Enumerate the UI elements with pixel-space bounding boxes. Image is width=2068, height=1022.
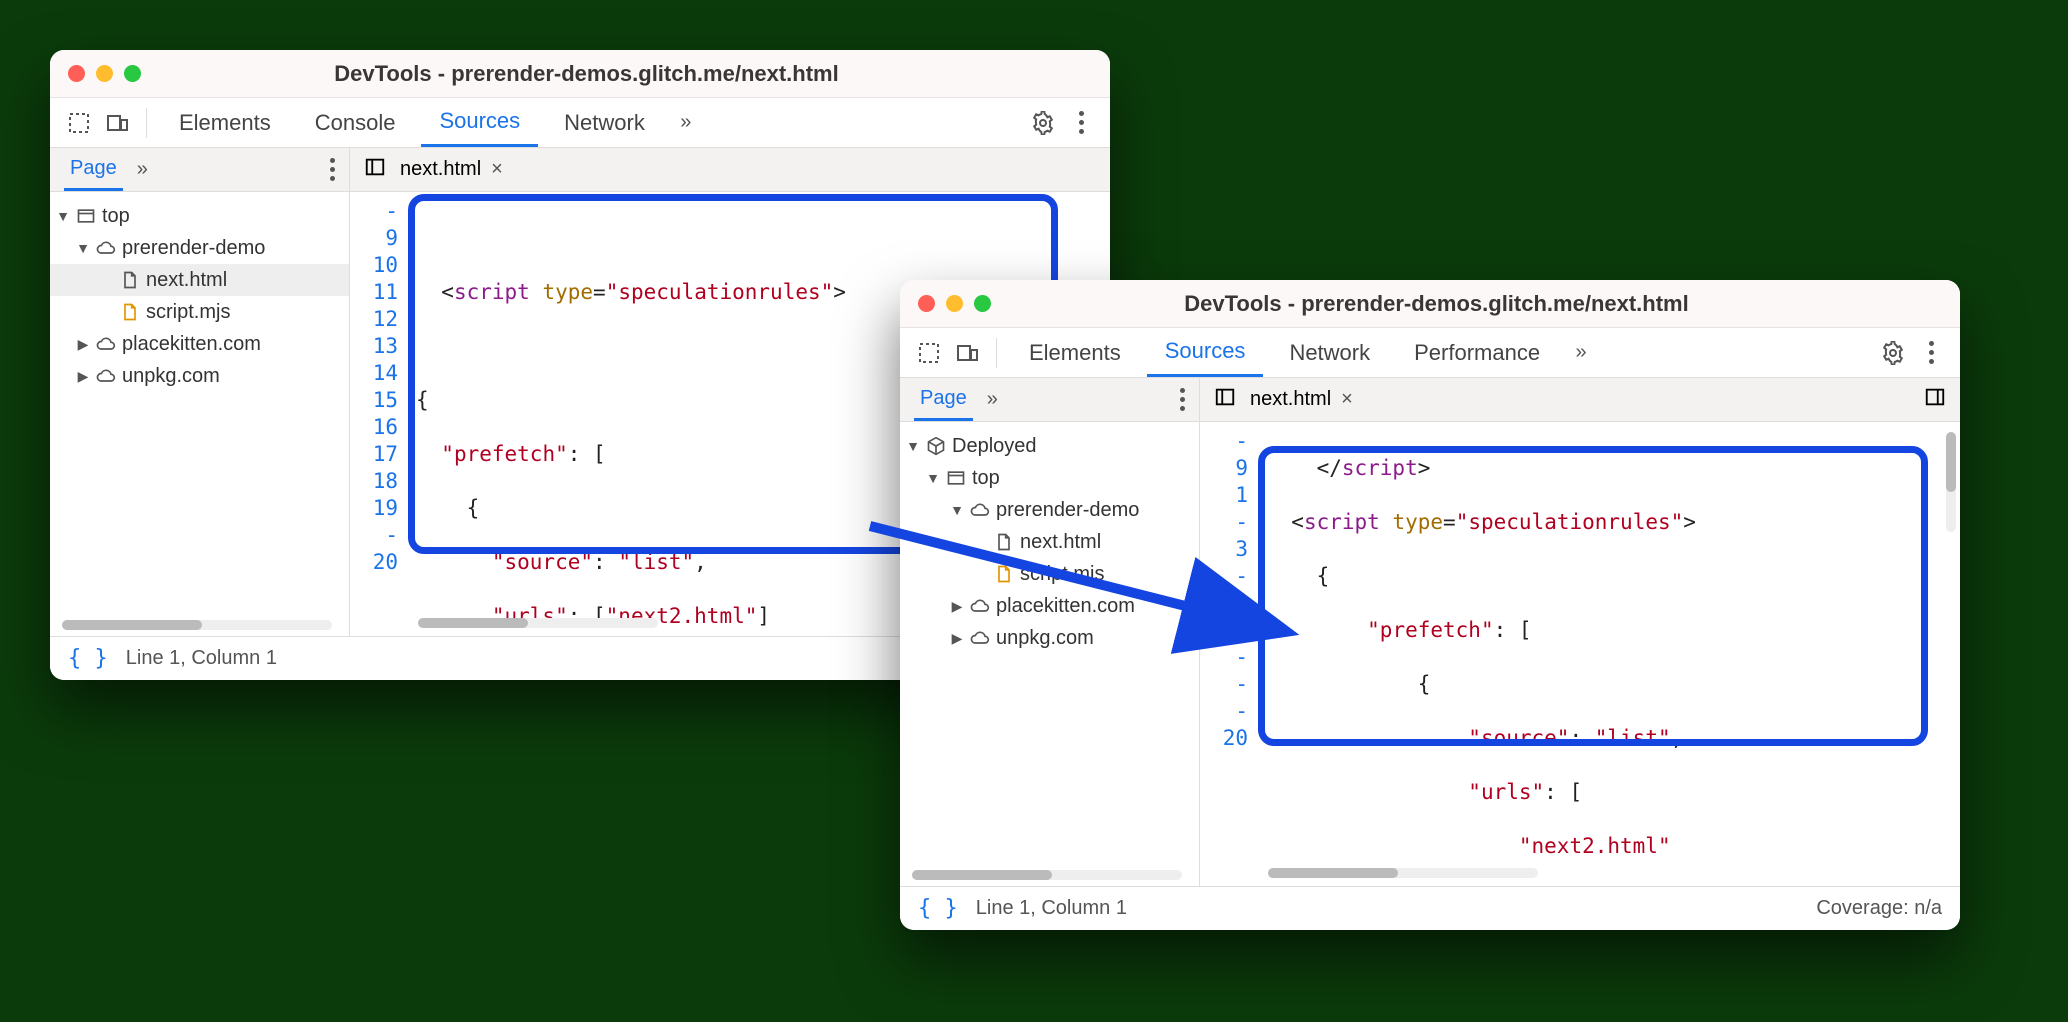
window-title: DevTools - prerender-demos.glitch.me/nex…	[1001, 291, 1872, 317]
cloud-icon	[96, 334, 116, 354]
page-subtab[interactable]: Page	[914, 378, 973, 421]
titlebar: DevTools - prerender-demos.glitch.me/nex…	[50, 50, 1110, 98]
cloud-icon	[96, 366, 116, 386]
file-icon	[120, 270, 140, 290]
device-icon[interactable]	[952, 338, 982, 368]
subtab-kebab-icon[interactable]	[330, 158, 335, 181]
close-dot[interactable]	[68, 65, 85, 82]
inspect-icon[interactable]	[914, 338, 944, 368]
tree-row-other1[interactable]: ▶placekitten.com	[900, 590, 1199, 622]
pretty-print-icon[interactable]: { }	[918, 896, 958, 921]
status-bar: { } Line 1, Column 1 Coverage: n/a	[900, 886, 1960, 930]
minimize-dot[interactable]	[946, 295, 963, 312]
toggle-navigator-icon[interactable]	[1214, 386, 1236, 414]
gear-icon[interactable]	[1028, 108, 1058, 138]
tab-console[interactable]: Console	[297, 98, 414, 147]
tab-performance[interactable]: Performance	[1396, 328, 1558, 377]
file-js-icon	[994, 564, 1014, 584]
tree-row-domain[interactable]: ▼prerender-demo	[900, 494, 1199, 526]
file-tab[interactable]: next.html ×	[400, 158, 503, 181]
file-icon	[994, 532, 1014, 552]
tree-hscroll[interactable]	[912, 870, 1182, 880]
toggle-navigator-icon[interactable]	[364, 156, 386, 184]
kebab-icon[interactable]	[1066, 108, 1096, 138]
tree-row-js[interactable]: script.mjs	[50, 296, 349, 328]
highlight-box	[1258, 446, 1928, 746]
close-dot[interactable]	[918, 295, 935, 312]
tree-hscroll[interactable]	[62, 620, 332, 630]
editor-vscroll[interactable]	[1946, 432, 1956, 532]
tab-elements[interactable]: Elements	[161, 98, 289, 147]
code-editor[interactable]: - 9 1 - 3 - - 6 - - - 20 </script> <scri…	[1200, 422, 1960, 886]
device-icon[interactable]	[102, 108, 132, 138]
tab-elements[interactable]: Elements	[1011, 328, 1139, 377]
tab-network[interactable]: Network	[546, 98, 663, 147]
kebab-icon[interactable]	[1916, 338, 1946, 368]
cloud-icon	[970, 596, 990, 616]
panel-tabs: Elements Sources Network Performance »	[900, 328, 1960, 378]
editor-hscroll[interactable]	[1268, 868, 1538, 878]
tree-row-deployed[interactable]: ▼Deployed	[900, 430, 1199, 462]
page-subtab[interactable]: Page	[64, 148, 123, 191]
traffic-lights	[918, 295, 991, 312]
coverage-label: Coverage: n/a	[1816, 897, 1942, 920]
tree-row-other2[interactable]: ▶unpkg.com	[50, 360, 349, 392]
traffic-lights	[68, 65, 141, 82]
file-js-icon	[120, 302, 140, 322]
cloud-icon	[96, 238, 116, 258]
titlebar: DevTools - prerender-demos.glitch.me/nex…	[900, 280, 1960, 328]
more-subtabs-icon[interactable]: »	[137, 158, 148, 181]
code-body: </script> <script type="speculationrules…	[1256, 422, 1960, 886]
more-tabs-icon[interactable]: »	[671, 108, 701, 138]
tree-row-top[interactable]: ▼top	[900, 462, 1199, 494]
frame-icon	[76, 206, 96, 226]
tree-row-top[interactable]: ▼top	[50, 200, 349, 232]
tree-row-html[interactable]: next.html	[900, 526, 1199, 558]
tab-sources[interactable]: Sources	[1147, 328, 1264, 377]
zoom-dot[interactable]	[124, 65, 141, 82]
file-tree: ▼Deployed ▼top ▼prerender-demo next.html…	[900, 422, 1200, 886]
inspect-icon[interactable]	[64, 108, 94, 138]
tree-row-domain[interactable]: ▼prerender-demo	[50, 232, 349, 264]
cube-icon	[926, 436, 946, 456]
tree-row-js[interactable]: script.mjs	[900, 558, 1199, 590]
tree-row-other2[interactable]: ▶unpkg.com	[900, 622, 1199, 654]
pretty-print-icon[interactable]: { }	[68, 646, 108, 671]
file-tree: ▼top ▼prerender-demo next.html script.mj…	[50, 192, 350, 636]
panel-tabs: Elements Console Sources Network »	[50, 98, 1110, 148]
subtab-kebab-icon[interactable]	[1180, 388, 1185, 411]
cursor-pos: Line 1, Column 1	[126, 647, 277, 670]
close-file-icon[interactable]: ×	[1341, 388, 1353, 411]
file-tab-label: next.html	[400, 158, 481, 181]
more-subtabs-icon[interactable]: »	[987, 388, 998, 411]
frame-icon	[946, 468, 966, 488]
cloud-icon	[970, 500, 990, 520]
tab-network[interactable]: Network	[1271, 328, 1388, 377]
file-tab[interactable]: next.html ×	[1250, 388, 1353, 411]
tree-row-other1[interactable]: ▶placekitten.com	[50, 328, 349, 360]
window-title: DevTools - prerender-demos.glitch.me/nex…	[151, 61, 1022, 87]
toggle-debugger-icon[interactable]	[1924, 386, 1946, 414]
zoom-dot[interactable]	[974, 295, 991, 312]
gutter: - 9 10 11 12 13 14 15 16 17 18 19 - 20	[350, 192, 406, 636]
cloud-icon	[970, 628, 990, 648]
close-file-icon[interactable]: ×	[491, 158, 503, 181]
editor-hscroll[interactable]	[418, 618, 658, 628]
tree-row-html[interactable]: next.html	[50, 264, 349, 296]
gutter: - 9 1 - 3 - - 6 - - - 20	[1200, 422, 1256, 886]
more-tabs-icon[interactable]: »	[1566, 338, 1596, 368]
gear-icon[interactable]	[1878, 338, 1908, 368]
file-tab-label: next.html	[1250, 388, 1331, 411]
cursor-pos: Line 1, Column 1	[976, 897, 1127, 920]
minimize-dot[interactable]	[96, 65, 113, 82]
tab-sources[interactable]: Sources	[421, 98, 538, 147]
